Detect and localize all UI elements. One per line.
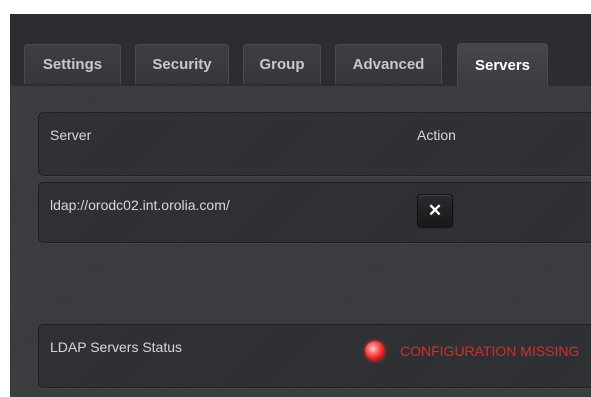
ldap-status-row: LDAP Servers Status CONFIGURATION MISSIN… <box>38 324 591 388</box>
tab-servers[interactable]: Servers <box>457 43 548 86</box>
close-icon: ✕ <box>427 200 443 220</box>
tab-bar: Settings Security Group Advanced Servers <box>10 14 591 86</box>
tab-settings[interactable]: Settings <box>24 44 121 84</box>
action-column-header: Action <box>417 127 456 143</box>
server-column-header: Server <box>50 127 92 143</box>
ldap-status-value: CONFIGURATION MISSING <box>400 343 580 359</box>
tab-advanced[interactable]: Advanced <box>335 44 442 84</box>
server-url: ldap://orodc02.int.orolia.com/ <box>50 197 230 213</box>
tab-group[interactable]: Group <box>243 44 321 84</box>
tab-security[interactable]: Security <box>135 44 229 84</box>
ldap-status-label: LDAP Servers Status <box>50 339 183 355</box>
table-header-row: Server Action <box>38 112 591 176</box>
ldap-panel: Settings Security Group Advanced Servers… <box>10 14 591 397</box>
servers-content: Server Action ldap://orodc02.int.orolia.… <box>10 86 591 397</box>
status-led-icon <box>365 341 385 361</box>
ldap-config-window: Settings Security Group Advanced Servers… <box>0 0 591 397</box>
table-row: ldap://orodc02.int.orolia.com/ ✕ <box>38 182 591 243</box>
remove-server-button[interactable]: ✕ <box>417 194 453 227</box>
